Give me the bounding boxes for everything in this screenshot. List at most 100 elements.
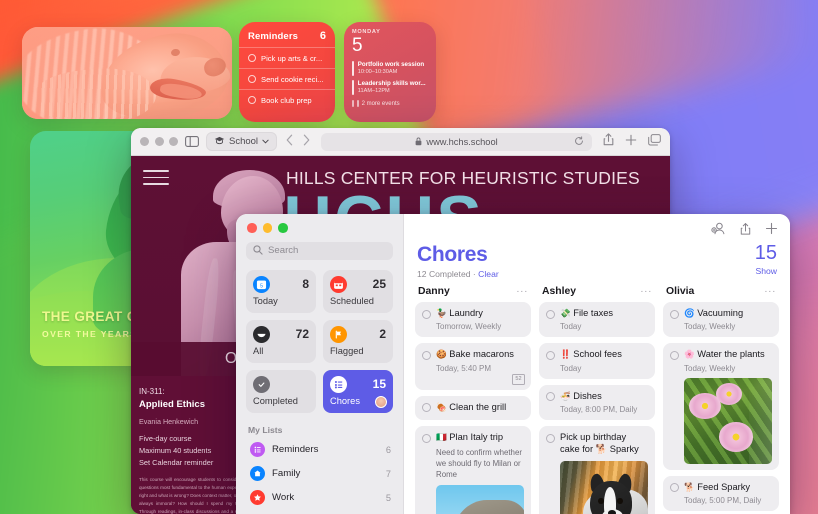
back-button[interactable] — [286, 133, 293, 151]
my-lists-header: My Lists — [248, 424, 283, 435]
reminder-card[interactable]: 🍜 Dishes Today, 8:00 PM, Daily — [539, 384, 655, 421]
reminders-widget-item[interactable]: Pick up arts & cr... — [239, 47, 335, 68]
event-color-bar — [352, 61, 354, 77]
sidebar-item-family[interactable]: Family 7 — [246, 462, 395, 486]
sidebar-item-reminders[interactable]: Reminders 6 — [246, 438, 395, 462]
task-attachment-badge[interactable]: 52 — [512, 373, 525, 385]
reminder-card[interactable]: 🦆 Laundry Tomorrow, Weekly — [415, 302, 531, 338]
checkbox-circle-icon[interactable] — [248, 54, 256, 62]
checkbox-circle-icon[interactable] — [248, 75, 256, 83]
column-header[interactable]: Ashley ··· — [539, 286, 655, 302]
smart-list-completed[interactable]: Completed — [246, 369, 316, 413]
reminders-widget-item[interactable]: Send cookie reci... — [239, 68, 335, 89]
navigation-buttons[interactable] — [284, 133, 310, 151]
column-name: Ashley — [542, 286, 577, 297]
flagged-count: 2 — [379, 327, 386, 341]
reminder-card[interactable]: 🌀 Vacuuming Today, Weekly — [663, 302, 779, 338]
checkmark-icon — [253, 375, 270, 393]
lock-icon — [415, 133, 422, 151]
minimize-button[interactable] — [262, 223, 272, 233]
share-icon[interactable] — [603, 132, 614, 151]
task-note: Need to confirm whether we should fly to… — [436, 447, 522, 479]
task-title: Water the plants — [697, 349, 765, 360]
checkbox-circle-icon[interactable] — [670, 483, 679, 493]
share-icon[interactable] — [740, 222, 751, 241]
reminders-widget-item[interactable]: Book club prep — [239, 89, 335, 110]
tab-group-selector[interactable]: School — [206, 132, 278, 151]
checkbox-circle-icon[interactable] — [248, 96, 256, 104]
column-header[interactable]: Olivia ··· — [663, 286, 779, 302]
forward-button[interactable] — [303, 133, 310, 151]
smart-list-today[interactable]: 5 8 Today — [246, 269, 316, 313]
today-count: 8 — [302, 277, 309, 291]
task-photo-flowers[interactable] — [684, 377, 772, 464]
zoom-button[interactable] — [278, 223, 288, 233]
column-header[interactable]: Danny ··· — [415, 286, 531, 302]
column-menu-icon[interactable]: ··· — [516, 286, 528, 297]
task-photo-dog[interactable] — [560, 460, 648, 514]
sidebar-item-work[interactable]: Work 5 — [246, 486, 395, 510]
safari-right-toolbar[interactable] — [603, 132, 661, 151]
photos-widget[interactable] — [22, 27, 232, 119]
minimize-button[interactable] — [154, 137, 164, 146]
reminder-card[interactable]: ‼️ School fees Today — [539, 343, 655, 379]
smart-list-all[interactable]: 72 All — [246, 319, 316, 363]
reminder-card[interactable]: Pick up birthday cake for 🐕 Sparky — [539, 426, 655, 514]
checkbox-circle-icon[interactable] — [670, 350, 679, 360]
show-completed-button[interactable]: Show — [755, 266, 778, 276]
window-controls[interactable] — [140, 137, 178, 146]
checkbox-circle-icon[interactable] — [422, 403, 431, 413]
search-input[interactable]: Search — [246, 241, 393, 260]
reminder-card[interactable]: 🍪 Bake macarons Today, 5:40 PM 52 — [415, 343, 531, 390]
event-color-bar — [352, 80, 354, 96]
sidebar-item-groceries[interactable]: Groceries 11 — [246, 510, 395, 514]
reload-icon[interactable] — [574, 133, 584, 151]
checkbox-circle-icon[interactable] — [422, 350, 431, 360]
column-danny: Danny ··· 🦆 Laundry Tomorrow, Weekly 🍪 B… — [415, 286, 531, 514]
graduation-cap-icon — [214, 136, 225, 148]
clear-button[interactable]: Clear — [478, 269, 499, 279]
calendar-event[interactable]: Portfolio work session 10:00–10:30AM — [344, 59, 436, 78]
close-button[interactable] — [247, 223, 257, 233]
task-photo-italy[interactable] — [436, 485, 524, 514]
checkbox-circle-icon[interactable] — [546, 309, 555, 319]
address-bar[interactable]: www.hchs.school — [321, 132, 592, 151]
checkbox-circle-icon[interactable] — [546, 433, 555, 443]
list-name: Work — [272, 492, 295, 503]
hamburger-menu-icon[interactable] — [143, 170, 169, 190]
checkbox-circle-icon[interactable] — [670, 309, 679, 319]
add-reminder-icon[interactable] — [765, 222, 778, 241]
column-menu-icon[interactable]: ··· — [764, 286, 776, 297]
calendar-event[interactable]: Leadership skills wor... 11AM–12PM — [344, 78, 436, 97]
reminder-card[interactable]: 🌸 Water the plants Today, Weekly — [663, 343, 779, 470]
reminder-label: Book club prep — [261, 95, 312, 105]
reminder-card[interactable]: 🇮🇹 Plan Italy trip Need to confirm wheth… — [415, 426, 531, 514]
event-title: Leadership skills wor... — [357, 80, 426, 88]
close-button[interactable] — [140, 137, 149, 146]
flag-icon — [330, 325, 347, 343]
smart-list-chores[interactable]: 15 Chores — [323, 369, 393, 413]
smart-list-flagged[interactable]: 2 Flagged — [323, 319, 393, 363]
checkbox-circle-icon[interactable] — [422, 309, 431, 319]
column-ashley: Ashley ··· 💸 File taxes Today ‼️ School … — [539, 286, 655, 514]
reminders-window[interactable]: Search 5 8 Today 25 Scheduled 72 All 2 F… — [236, 214, 790, 514]
calendar-widget[interactable]: MONDAY 5 Portfolio work session 10:00–10… — [344, 22, 436, 122]
sidebar-icon[interactable] — [185, 136, 199, 147]
completed-count-label: 12 Completed — [417, 269, 471, 279]
checkbox-circle-icon[interactable] — [546, 392, 555, 402]
calendar-more-events[interactable]: 2 more events — [344, 97, 436, 108]
checkbox-circle-icon[interactable] — [546, 350, 555, 360]
window-controls[interactable] — [236, 214, 403, 233]
tab-overview-icon[interactable] — [648, 133, 661, 151]
reminder-card[interactable]: 🍖 Clean the grill — [415, 395, 531, 421]
checkbox-circle-icon[interactable] — [422, 433, 431, 443]
smart-list-scheduled[interactable]: 25 Scheduled — [323, 269, 393, 313]
new-tab-icon[interactable] — [625, 133, 637, 151]
column-menu-icon[interactable]: ··· — [640, 286, 652, 297]
reminders-widget[interactable]: Reminders 6 Pick up arts & cr... Send co… — [239, 22, 335, 122]
reminder-card[interactable]: 🐕 Feed Sparky Today, 5:00 PM, Daily — [663, 475, 779, 512]
reminder-card[interactable]: 💸 File taxes Today — [539, 302, 655, 338]
add-person-icon[interactable] — [711, 222, 726, 241]
task-subtitle: Today, 8:00 PM, Daily — [560, 405, 638, 415]
zoom-button[interactable] — [169, 137, 178, 146]
